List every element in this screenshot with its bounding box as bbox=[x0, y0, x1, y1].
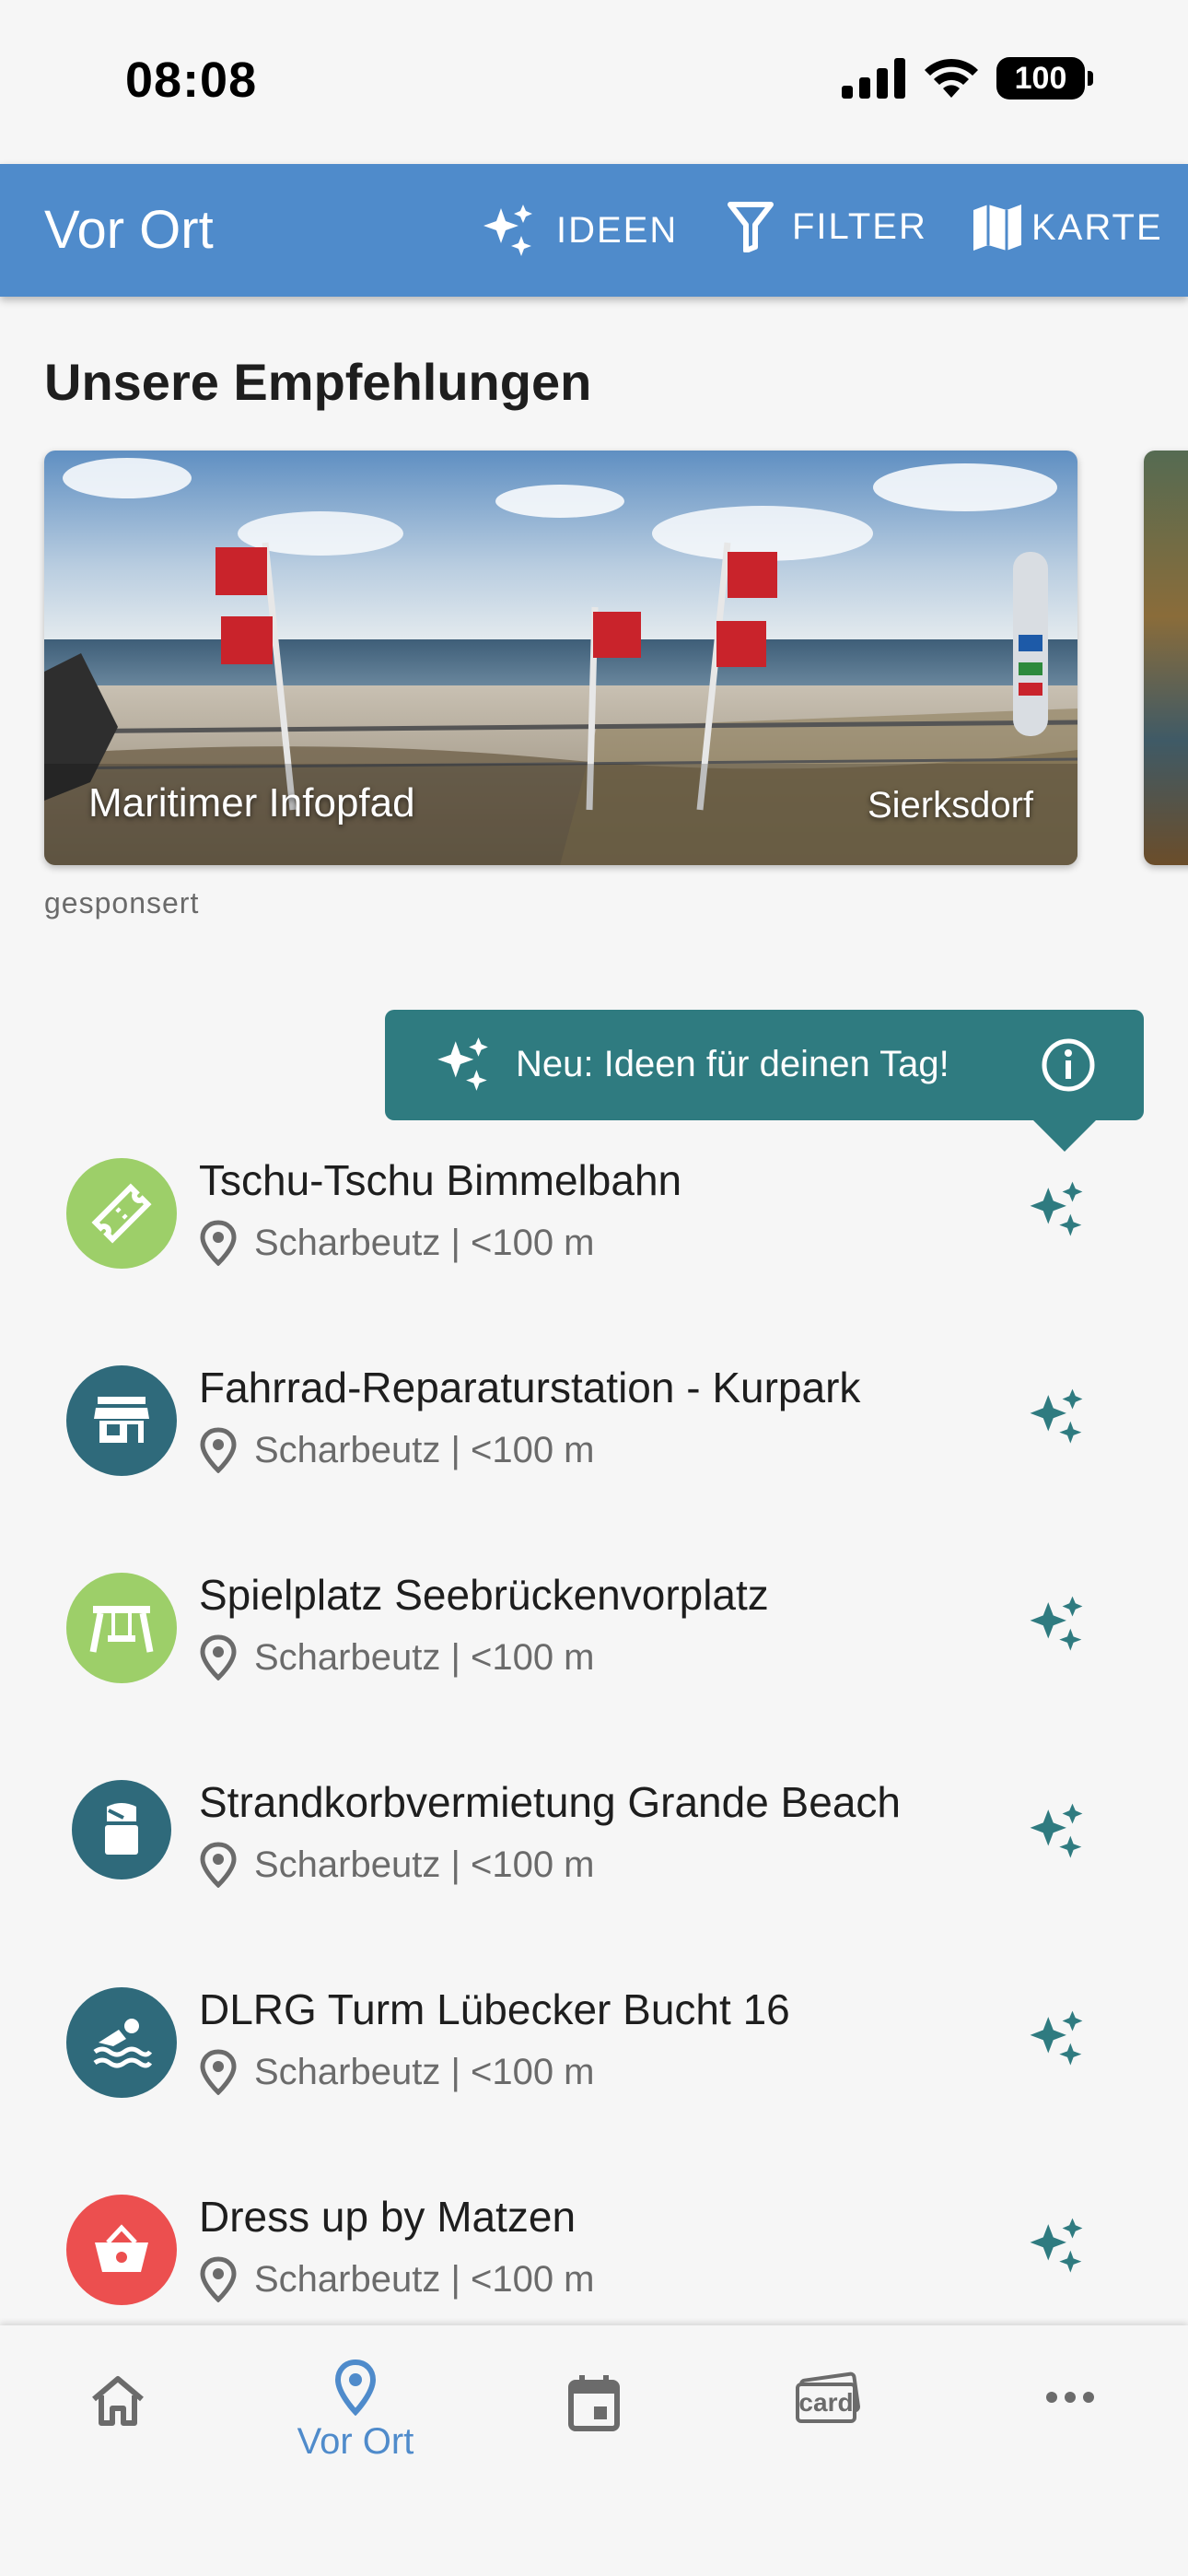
ideas-label: IDEEN bbox=[556, 209, 679, 251]
map-button[interactable]: KARTE bbox=[971, 201, 1163, 254]
filter-button[interactable]: FILTER bbox=[728, 201, 927, 252]
status-bar: 08:08 100 bbox=[0, 0, 1188, 164]
list-item[interactable]: Spielplatz Seebrückenvorplatz Scharbeutz… bbox=[0, 1551, 1188, 1759]
recommendation-place: Sierksdorf bbox=[867, 785, 1033, 825]
nav-vor-ort-label: Vor Ort bbox=[297, 2421, 414, 2462]
sparkles-icon[interactable] bbox=[1024, 1383, 1089, 1447]
wifi-icon bbox=[925, 58, 978, 98]
list-item-title: Tschu-Tschu Bimmelbahn bbox=[199, 1156, 682, 1204]
list-item-subtitle: Scharbeutz | <100 m bbox=[199, 1427, 595, 1473]
swimmer-icon bbox=[66, 1987, 177, 2098]
location-pin-icon bbox=[200, 2049, 237, 2095]
sparkles-icon bbox=[483, 205, 532, 256]
list-item-location: Scharbeutz | <100 m bbox=[254, 1222, 595, 1263]
bottom-navigation: Vor Ort card bbox=[0, 2325, 1188, 2576]
app-bar: Vor Ort IDEEN FILTER KARTE bbox=[0, 164, 1188, 297]
list-item-title: Strandkorbvermietung Grande Beach bbox=[199, 1778, 901, 1826]
list-item[interactable]: Tschu-Tschu Bimmelbahn Scharbeutz | <100… bbox=[0, 1137, 1188, 1344]
location-pin-icon bbox=[200, 2256, 237, 2302]
home-icon bbox=[92, 2376, 144, 2426]
battery-indicator: 100 bbox=[996, 57, 1093, 100]
location-pin-icon bbox=[200, 1634, 237, 1680]
location-pin-icon bbox=[200, 1220, 237, 1266]
ideas-button[interactable]: IDEEN bbox=[479, 201, 678, 260]
nav-vor-ort[interactable]: Vor Ort bbox=[282, 2359, 429, 2463]
list-item-location: Scharbeutz | <100 m bbox=[254, 1844, 595, 1885]
sparkles-icon bbox=[437, 1037, 488, 1091]
sponsored-label: gesponsert bbox=[44, 886, 200, 919]
recommendation-card[interactable]: Maritimer Infopfad Sierksdorf bbox=[44, 451, 1077, 865]
location-pin-icon bbox=[200, 1842, 237, 1888]
list-item-location: Scharbeutz | <100 m bbox=[254, 1429, 595, 1470]
card-icon: card bbox=[794, 2371, 864, 2429]
app-bar-title: Vor Ort bbox=[44, 200, 214, 260]
nav-home[interactable] bbox=[44, 2373, 192, 2429]
list-item-subtitle: Scharbeutz | <100 m bbox=[199, 2256, 595, 2302]
more-icon bbox=[1046, 2392, 1094, 2403]
info-icon[interactable] bbox=[1041, 1037, 1096, 1093]
location-pin-icon bbox=[200, 1427, 237, 1473]
recommendation-name: Maritimer Infopfad bbox=[88, 780, 415, 825]
list-item-title: Dress up by Matzen bbox=[199, 2193, 577, 2241]
list-item-subtitle: Scharbeutz | <100 m bbox=[199, 1634, 595, 1680]
ideas-tooltip[interactable]: Neu: Ideen für deinen Tag! bbox=[385, 1010, 1144, 1152]
card-icon-label: card bbox=[796, 2383, 856, 2423]
list-item-location: Scharbeutz | <100 m bbox=[254, 1636, 595, 1678]
recommendation-card-next[interactable] bbox=[1144, 451, 1188, 865]
sparkles-icon[interactable] bbox=[1024, 1797, 1089, 1862]
sparkles-icon[interactable] bbox=[1024, 1590, 1089, 1655]
signal-icon bbox=[842, 58, 905, 99]
list-item-subtitle: Scharbeutz | <100 m bbox=[199, 1220, 595, 1266]
list-item-subtitle: Scharbeutz | <100 m bbox=[199, 2049, 595, 2095]
nav-more[interactable] bbox=[996, 2388, 1144, 2406]
list-item-title: Fahrrad-Reparaturstation - Kurpark bbox=[199, 1364, 861, 1411]
status-time: 08:08 bbox=[125, 53, 258, 108]
status-icons: 100 bbox=[842, 57, 1093, 100]
sparkles-icon[interactable] bbox=[1024, 2212, 1089, 2277]
list-item-subtitle: Scharbeutz | <100 m bbox=[199, 1842, 595, 1888]
list-item-title: DLRG Turm Lübecker Bucht 16 bbox=[199, 1985, 790, 2033]
sparkles-icon[interactable] bbox=[1024, 1176, 1089, 1240]
nav-card[interactable]: card bbox=[755, 2371, 903, 2429]
sparkles-icon[interactable] bbox=[1024, 2005, 1089, 2069]
filter-label: FILTER bbox=[792, 205, 927, 247]
nav-calendar[interactable] bbox=[520, 2373, 668, 2432]
swing-icon bbox=[66, 1573, 177, 1683]
ticket-icon bbox=[66, 1158, 177, 1269]
list-item[interactable]: Fahrrad-Reparaturstation - Kurpark Schar… bbox=[0, 1344, 1188, 1551]
list-item[interactable]: Strandkorbvermietung Grande Beach Scharb… bbox=[0, 1759, 1188, 1966]
filter-icon bbox=[728, 202, 774, 252]
list-item-title: Spielplatz Seebrückenvorplatz bbox=[199, 1571, 769, 1619]
list-item-location: Scharbeutz | <100 m bbox=[254, 2258, 595, 2300]
list-item[interactable]: DLRG Turm Lübecker Bucht 16 Scharbeutz |… bbox=[0, 1966, 1188, 2173]
map-label: KARTE bbox=[1031, 206, 1163, 248]
beach-chair-icon bbox=[72, 1780, 171, 1879]
store-icon bbox=[66, 1365, 177, 1476]
section-heading-recommendations: Unsere Empfehlungen bbox=[44, 353, 592, 411]
list-item-location: Scharbeutz | <100 m bbox=[254, 2051, 595, 2092]
location-pin-icon bbox=[334, 2359, 377, 2416]
shopping-basket-icon bbox=[66, 2195, 177, 2305]
tooltip-text: Neu: Ideen für deinen Tag! bbox=[516, 1044, 949, 1084]
map-icon bbox=[973, 205, 1021, 251]
calendar-icon bbox=[568, 2375, 620, 2431]
